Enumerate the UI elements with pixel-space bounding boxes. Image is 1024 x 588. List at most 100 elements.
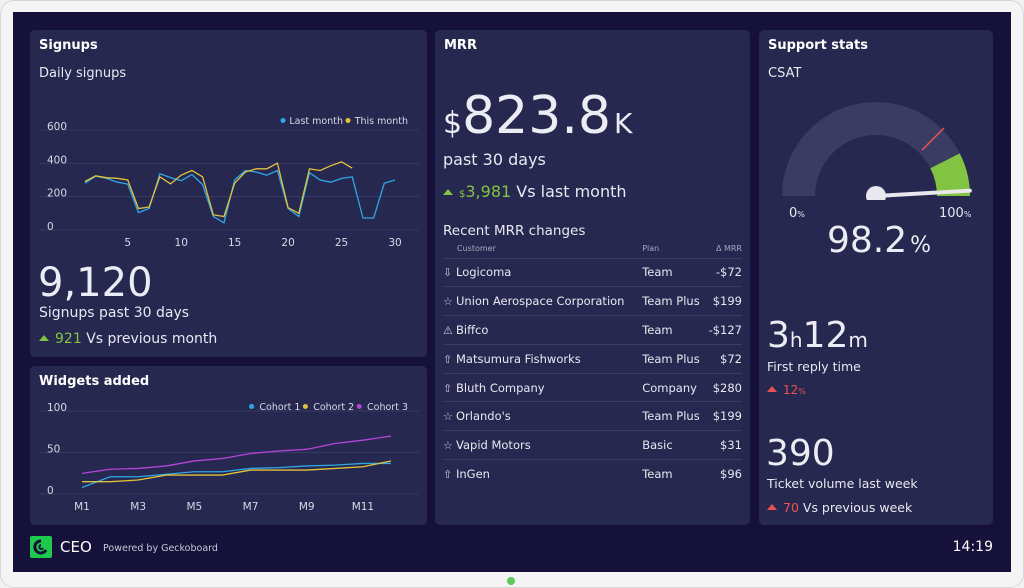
signups-widget: Signups Daily signups 0 200 400 600 5 10 15 20 2… [30, 30, 427, 357]
plan-cell: Team Plus [642, 343, 706, 374]
legend-marker [280, 118, 286, 123]
x-tick-label: 30 [388, 237, 401, 249]
table-row[interactable]: ⇩ Logicoma Team -$72 [443, 257, 742, 287]
customer-cell: ⚠ Biffco [443, 315, 643, 345]
widgets-added-chart: 0 50 100 M1 M3 M5 M7 M9 M11 Cohort 3 Cohort 2 Cohor… [39, 402, 419, 513]
widget-title: Support stats [768, 38, 868, 53]
star-icon: ☆ [443, 410, 453, 424]
table-row[interactable]: ⇧ Bluth Company Company $280 [443, 372, 742, 402]
y-tick-label: 600 [47, 121, 67, 133]
ticket-volume-label: Ticket volume last week [767, 476, 918, 491]
customer-cell: ☆ Orlando's [443, 401, 643, 431]
delta-cell: $96 [705, 459, 742, 489]
csat-label: CSAT [768, 66, 802, 81]
x-tick-label: M11 [352, 501, 374, 513]
csat-gauge [782, 102, 972, 200]
customer-cell: ☆ Vapid Motors [443, 430, 643, 460]
legend-marker [345, 118, 351, 123]
delta-cell: $72 [705, 343, 742, 374]
y-tick-label: 0 [47, 485, 54, 497]
geckoboard-logo-icon [30, 536, 52, 558]
first-reply-value: 3h12m [767, 315, 868, 356]
legend-label: Cohort 1 [259, 402, 300, 413]
clock: 14:19 [952, 539, 993, 555]
x-tick-label: M9 [299, 501, 315, 513]
mrr-value: $823.8 K [443, 86, 633, 146]
plan-cell: Company [642, 372, 706, 402]
signups-delta: 921 Vs previous month [39, 331, 217, 347]
delta-cell: $280 [705, 372, 742, 402]
signups-label: Signups past 30 days [39, 305, 190, 321]
x-tick-label: 20 [281, 237, 294, 249]
delta-cell: $31 [705, 430, 742, 460]
customer-cell: ⇧ Matsumura Fishworks [443, 343, 643, 374]
x-tick-label: 25 [335, 237, 348, 249]
table-row[interactable]: ☆ Orlando's Team Plus $199 [443, 401, 742, 431]
plan-cell: Team [642, 257, 706, 287]
table-row[interactable]: ⚠ Biffco Team -$127 [443, 315, 742, 345]
star-icon: ☆ [443, 439, 453, 453]
gauge-needle-hub [866, 186, 886, 200]
column-header-plan: Plan [642, 244, 660, 254]
arrow-up-icon: ⇧ [443, 352, 453, 366]
column-header-customer: Customer [457, 244, 496, 254]
x-tick-label: M5 [186, 501, 202, 513]
customer-cell: ⇩ Logicoma [443, 257, 643, 287]
delta-cell: $199 [705, 286, 742, 316]
daily-signups-chart: 0 200 400 600 5 10 15 20 25 30 This month Last mont… [39, 116, 419, 249]
x-tick-label: 5 [124, 237, 131, 249]
powered-by-link[interactable]: Powered by Geckoboard [103, 543, 218, 554]
up-arrow-icon [767, 504, 777, 510]
arrow-up-icon: ⇧ [443, 468, 453, 482]
y-tick-label: 50 [47, 444, 60, 456]
table-title: Recent MRR changes [443, 223, 586, 239]
x-tick-label: M3 [130, 501, 146, 513]
up-arrow-icon [39, 335, 49, 341]
footer-bar: CEO Powered by Geckoboard 14:19 [13, 527, 1011, 567]
y-tick-label: 400 [47, 154, 67, 166]
x-tick-label: M1 [74, 501, 90, 513]
table-row[interactable]: ⇧ InGen Team $96 [443, 459, 742, 489]
up-arrow-icon [767, 386, 777, 392]
signups-value: 9,120 [38, 260, 153, 306]
up-arrow-icon [443, 189, 453, 195]
legend-label: Cohort 3 [367, 402, 408, 413]
widget-title: MRR [444, 38, 477, 53]
mrr-delta: $3,981 Vs last month [443, 182, 627, 201]
y-tick-label: 100 [47, 402, 67, 414]
table-row[interactable]: ☆ Vapid Motors Basic $31 [443, 430, 742, 460]
plan-cell: Team Plus [642, 286, 706, 316]
power-led-indicator [507, 577, 515, 585]
delta-cell: -$72 [705, 257, 742, 287]
ticket-volume-value: 390 [766, 433, 835, 474]
plan-cell: Team [642, 459, 706, 489]
arrow-up-icon: ⇧ [443, 381, 453, 395]
x-tick-label: M7 [243, 501, 259, 513]
legend-label: This month [354, 116, 408, 127]
widget-title: Signups [39, 38, 98, 53]
dashboard-name: CEO [60, 538, 92, 556]
series-line-cohort-1 [81, 462, 391, 489]
delta-cell: -$127 [705, 315, 742, 345]
table-row[interactable]: ☆ Union Aerospace Corporation Team Plus $19… [443, 286, 742, 316]
gauge-track [782, 102, 960, 196]
first-reply-label: First reply time [767, 359, 861, 374]
ticket-volume-delta: 70 Vs previous week [767, 500, 912, 515]
plan-cell: Basic [642, 430, 706, 460]
delta-cell: $199 [705, 401, 742, 431]
plan-cell: Team [642, 315, 706, 345]
series-line-this-month [84, 161, 353, 218]
y-tick-label: 200 [47, 188, 67, 200]
legend-marker [249, 404, 255, 409]
support-stats-widget: Support stats CSAT 0% 100% 98.2% 3h12m F… [759, 30, 993, 525]
mrr-changes-table: Customer Plan Δ MRR ⇩ Logicoma Team -$72 ☆ Un… [443, 242, 742, 489]
table-row[interactable]: ⇧ Matsumura Fishworks Team Plus $72 [443, 343, 742, 374]
star-icon: ☆ [443, 295, 453, 309]
first-reply-delta: 12% [767, 383, 806, 397]
mrr-widget: MRR $823.8 K past 30 days $3,981 Vs last … [435, 30, 750, 525]
warning-icon: ⚠ [443, 323, 453, 337]
chart-title: Daily signups [39, 66, 127, 81]
customer-cell: ☆ Union Aerospace Corporation [443, 286, 643, 316]
legend-label: Cohort 2 [313, 402, 354, 413]
mrr-label: past 30 days [443, 150, 546, 169]
